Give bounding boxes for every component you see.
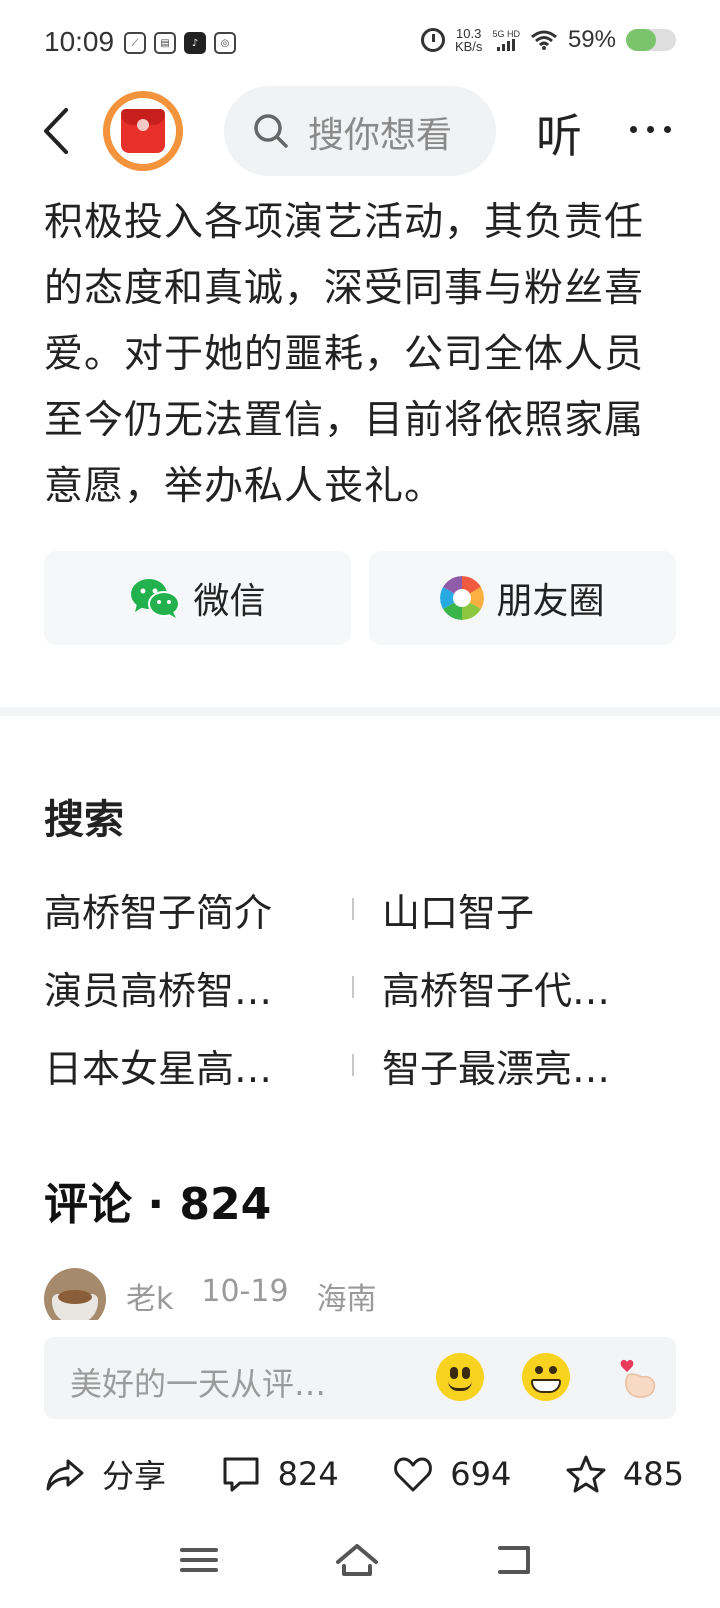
wifi-icon	[530, 30, 558, 50]
related-search-grid: 高桥智子简介 山口智子 演员高桥智… 高桥智子代… 日本女星高… 智子最漂亮…	[44, 870, 676, 1104]
comments-heading: 评论 · 824	[44, 1168, 271, 1232]
related-search-item[interactable]: 日本女星高…	[44, 1038, 338, 1093]
back-arrow-icon[interactable]	[36, 104, 76, 158]
battery-percent: 59%	[567, 26, 616, 53]
article-body: 积极投入各项演艺活动，其负责任的态度和真诚，深受同事与粉丝喜爱。对于她的噩耗，公…	[44, 200, 645, 509]
signal-bars-icon	[497, 39, 516, 51]
battery-icon	[626, 29, 676, 51]
related-search-row: 演员高桥智… 高桥智子代…	[44, 948, 676, 1026]
search-icon	[254, 114, 288, 148]
related-search-title: 搜索	[44, 797, 124, 843]
status-bar: 10:09 ⟋ ▤ ♪ ◎ 10.3 KB/s 5G HD 59%	[0, 0, 720, 86]
related-search-item[interactable]: 高桥智子简介	[44, 882, 338, 937]
tiktok-app-icon: ♪	[184, 32, 206, 54]
red-packet-logo-inner	[110, 98, 176, 164]
red-envelope-icon	[121, 109, 165, 153]
comment-date: 10-19	[201, 1274, 289, 1309]
related-search-item[interactable]: 演员高桥智…	[44, 960, 338, 1015]
comment-item: 老k 10-19 海南	[44, 1262, 664, 1320]
share-arrow-icon	[46, 1459, 84, 1491]
favorite-count: 485	[622, 1455, 684, 1493]
battery-fill	[626, 29, 656, 51]
related-search-item[interactable]: 智子最漂亮…	[382, 1038, 676, 1093]
comment-icon	[223, 1457, 259, 1492]
comment-meta: 老k 10-19 海南	[126, 1274, 377, 1318]
network-speed: 10.3 KB/s	[455, 27, 482, 53]
toutiao-app-icon: ▤	[154, 32, 176, 54]
comments-title: 评论	[44, 1179, 132, 1230]
comment-button[interactable]: 824	[220, 1453, 339, 1495]
camera-app-icon: ◎	[214, 32, 236, 54]
share-label: 分享	[102, 1457, 167, 1495]
like-count: 694	[450, 1455, 512, 1493]
avatar[interactable]	[44, 1268, 106, 1320]
home-icon[interactable]	[334, 1540, 394, 1590]
share-moments-label: 朋友圈	[496, 581, 605, 622]
comment-input[interactable]: 美好的一天从评…	[44, 1337, 676, 1419]
related-search-item[interactable]: 高桥智子代…	[382, 960, 676, 1015]
back-nav-icon[interactable]	[494, 1540, 554, 1590]
action-bar: 分享 824 694 485	[44, 1446, 684, 1502]
moments-icon	[440, 576, 485, 620]
system-nav-bar	[0, 1540, 720, 1608]
like-button[interactable]: 694	[392, 1453, 511, 1495]
separator	[352, 1054, 354, 1076]
alarm-icon	[420, 28, 445, 52]
related-search-row: 日本女星高… 智子最漂亮…	[44, 1026, 676, 1104]
listen-button[interactable]: 听	[536, 100, 582, 166]
notification-icons: ⟋ ▤ ♪ ◎	[124, 32, 236, 54]
related-search-item[interactable]: 山口智子	[382, 882, 676, 937]
red-packet-logo[interactable]	[103, 91, 183, 171]
separator	[352, 898, 354, 920]
comments-count: 824	[179, 1179, 272, 1230]
wechat-icon	[129, 576, 181, 620]
comment-count: 824	[277, 1455, 339, 1493]
section-divider	[0, 707, 720, 716]
status-time: 10:09	[44, 26, 115, 57]
smile-emoji-icon[interactable]	[436, 1353, 484, 1401]
cellular-signal: 5G HD	[492, 29, 520, 51]
share-wechat-button[interactable]: 微信	[44, 551, 351, 645]
comments-dot: ·	[147, 1179, 180, 1230]
search-input[interactable]: 搜你想看	[224, 86, 496, 176]
share-row: 微信 朋友圈	[44, 551, 676, 645]
network-speed-unit: KB/s	[454, 39, 483, 54]
comment-username[interactable]: 老k	[126, 1274, 173, 1318]
separator	[352, 976, 354, 998]
share-moments-button[interactable]: 朋友圈	[369, 551, 676, 645]
share-wechat-label: 微信	[193, 581, 266, 622]
top-header: 搜你想看 听	[0, 86, 720, 176]
share-button[interactable]: 分享	[44, 1451, 166, 1497]
menu-icon[interactable]	[176, 1540, 236, 1590]
search-placeholder: 搜你想看	[308, 115, 453, 156]
comment-location: 海南	[316, 1282, 377, 1317]
comment-placeholder: 美好的一天从评…	[70, 1365, 327, 1403]
finger-heart-emoji-icon[interactable]	[612, 1353, 660, 1401]
status-right: 10.3 KB/s 5G HD 59%	[420, 26, 676, 54]
network-type: 5G HD	[492, 29, 520, 39]
grin-emoji-icon[interactable]	[522, 1353, 570, 1401]
favorite-button[interactable]: 485	[565, 1453, 684, 1495]
star-icon	[566, 1455, 606, 1493]
more-options-icon[interactable]	[630, 126, 671, 133]
heart-icon	[394, 1457, 433, 1492]
related-search-row: 高桥智子简介 山口智子	[44, 870, 676, 948]
leaf-app-icon: ⟋	[124, 32, 146, 54]
